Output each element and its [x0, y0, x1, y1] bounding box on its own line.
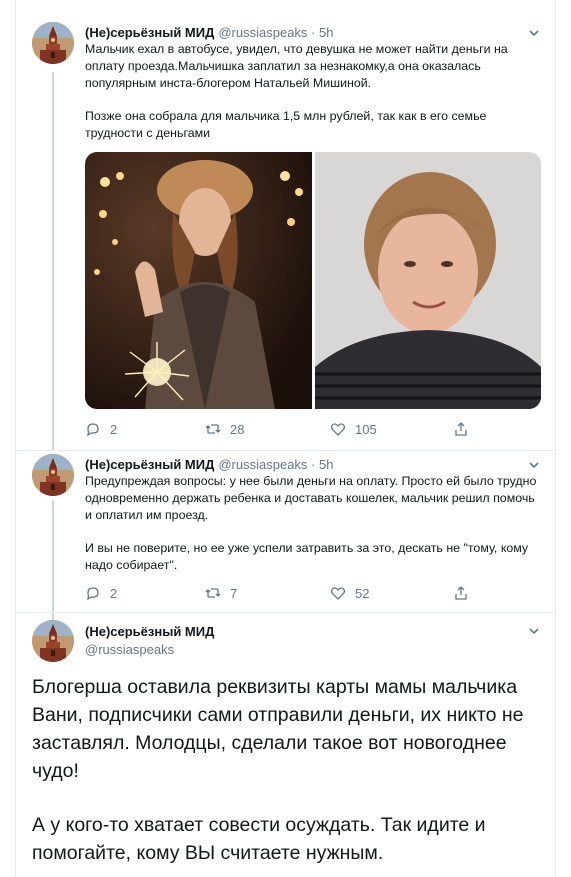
display-name[interactable]: (Не)серьёзный МИД [85, 25, 214, 40]
retweet-button[interactable]: 7 [205, 584, 237, 602]
avatar[interactable] [32, 620, 74, 662]
photo-woman-sparkler[interactable] [85, 152, 312, 409]
photo-icon [315, 152, 541, 409]
tweet-header: (Не)серьёзный МИД @russiaspeaks · 5h [85, 457, 333, 473]
tweet-paragraph: Позже она собрала для мальчика 1,5 млн р… [85, 109, 487, 140]
tweet-paragraph: А у кого-то хватает совести осуждать. Та… [32, 814, 486, 864]
tweet-header: (Не)серьёзный МИД @russiaspeaks [85, 624, 214, 658]
retweet-count: 28 [230, 421, 245, 437]
tweet-paragraph: Блогерша оставила реквизиты карты мамы м… [32, 676, 524, 782]
share-button[interactable] [453, 420, 478, 438]
share-icon [455, 586, 467, 600]
display-name[interactable]: (Не)серьёзный МИД [85, 457, 214, 472]
tweet-paragraph: Мальчик ехал в автобусе, увидел, что дев… [85, 42, 508, 90]
timeline-border-left [15, 0, 16, 877]
retweet-button[interactable]: 28 [205, 420, 244, 438]
tweet-actions: 2 7 52 [85, 584, 485, 602]
avatar[interactable] [32, 22, 74, 64]
share-button[interactable] [453, 584, 478, 602]
user-handle[interactable]: @russiaspeaks [218, 25, 307, 40]
retweet-icon [205, 424, 221, 434]
chevron-down-icon[interactable] [527, 458, 541, 472]
reply-button[interactable]: 2 [85, 584, 117, 602]
like-count: 52 [355, 585, 370, 601]
reply-count: 2 [110, 585, 118, 601]
chevron-down-icon[interactable] [527, 26, 541, 40]
reply-button[interactable]: 2 [85, 420, 117, 438]
retweet-icon [205, 588, 221, 598]
photo-icon [85, 152, 312, 409]
like-button[interactable]: 105 [330, 420, 377, 438]
tweet-divider [16, 612, 555, 613]
chevron-down-icon[interactable] [527, 624, 541, 638]
like-button[interactable]: 52 [330, 584, 369, 602]
tweet-time[interactable]: · 5h [311, 457, 333, 472]
tweet-paragraph: И вы не поверите, но ее уже успели затра… [85, 541, 529, 572]
heart-icon [330, 587, 346, 600]
avatar[interactable] [32, 454, 74, 496]
display-name[interactable]: (Не)серьёзный МИД [85, 624, 214, 640]
reply-count: 2 [110, 421, 118, 437]
user-handle[interactable]: @russiaspeaks [218, 457, 307, 472]
kremlin-tower-avatar-icon [32, 454, 74, 496]
user-handle[interactable]: @russiaspeaks [85, 642, 214, 658]
retweet-count: 7 [230, 585, 238, 601]
tweet-actions: 2 28 105 [85, 420, 485, 438]
like-count: 105 [355, 421, 377, 437]
tweet-text: Предупреждая вопросы: у нее были деньги … [85, 473, 545, 574]
reply-icon [87, 587, 99, 601]
kremlin-tower-avatar-icon [32, 22, 74, 64]
reply-icon [87, 423, 99, 437]
timeline-border-right [555, 0, 556, 877]
tweet-divider [16, 450, 555, 451]
tweet-header: (Не)серьёзный МИД @russiaspeaks · 5h [85, 25, 333, 41]
photo-woman-portrait[interactable] [315, 152, 541, 409]
share-icon [455, 422, 467, 436]
kremlin-tower-avatar-icon [32, 620, 74, 662]
tweet-paragraph: Предупреждая вопросы: у нее были деньги … [85, 474, 537, 522]
heart-icon [330, 423, 346, 436]
tweet-text: Блогерша оставила реквизиты карты мамы м… [32, 673, 547, 867]
thread-line [52, 72, 54, 450]
thread-line [52, 500, 54, 620]
tweet-text: Мальчик ехал в автобусе, увидел, что дев… [85, 41, 545, 142]
tweet-time[interactable]: · 5h [311, 25, 333, 40]
